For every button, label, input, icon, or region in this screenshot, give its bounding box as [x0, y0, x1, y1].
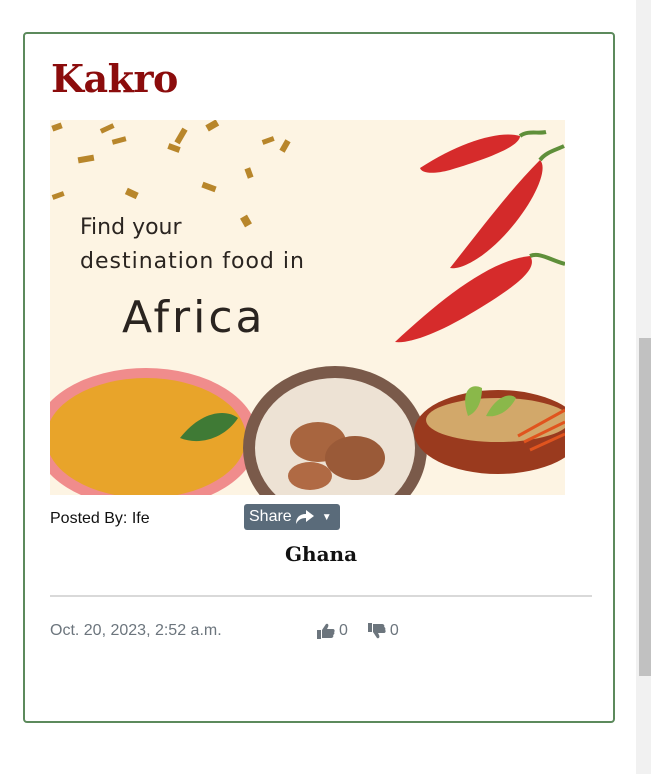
country-label: Ghana	[284, 542, 358, 566]
image-text-line2: destination food in	[80, 249, 305, 274]
posted-by: Posted By: Ife	[50, 510, 150, 527]
divider	[50, 595, 592, 597]
post-title: Kakro	[51, 56, 178, 101]
thumbs-down-icon	[367, 623, 386, 639]
caret-down-icon: ▼	[321, 511, 332, 523]
like-count: 0	[339, 622, 348, 639]
thumbs-up-icon	[317, 623, 335, 639]
scrollbar-thumb[interactable]	[639, 338, 651, 676]
dislike-count: 0	[389, 622, 399, 639]
image-text-line1: Find your	[80, 215, 182, 240]
share-arrow-icon	[295, 510, 314, 524]
share-dropdown-button[interactable]: Share ▼	[244, 504, 340, 530]
post-image: Find your destination food in Africa	[50, 120, 565, 495]
like-button[interactable]: 0	[317, 622, 348, 640]
share-label: Share	[249, 508, 292, 525]
post-date: Oct. 20, 2023, 2:52 a.m.	[50, 622, 222, 639]
image-text-line3: Africa	[122, 292, 266, 343]
vote-controls: 0 0	[317, 622, 399, 640]
dislike-button[interactable]: 0	[367, 622, 399, 640]
post-card: Kakro Find your destination food in Afri…	[23, 32, 615, 723]
